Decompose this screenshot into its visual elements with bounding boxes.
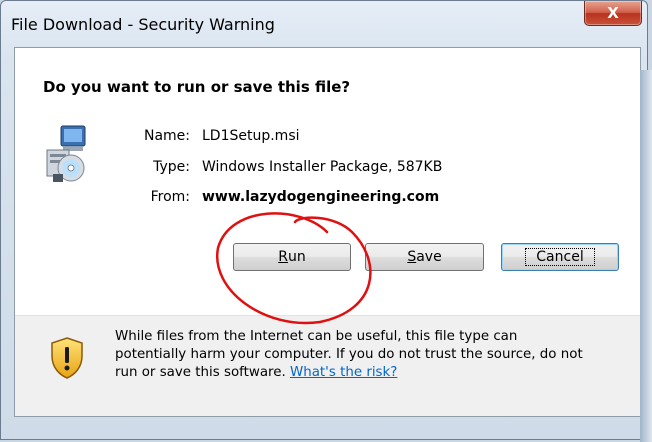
close-button[interactable]: X bbox=[584, 1, 642, 26]
warning-line-3: run or save this software. What's the ri… bbox=[115, 364, 630, 382]
whats-the-risk-link[interactable]: What's the risk? bbox=[290, 365, 397, 380]
name-label: Name: bbox=[143, 128, 190, 144]
background-window-edge bbox=[640, 70, 652, 442]
dialog-window: File Download - Security Warning X Do yo… bbox=[0, 0, 648, 440]
run-button[interactable]: Run bbox=[233, 243, 351, 271]
run-accelerator: R bbox=[278, 249, 288, 265]
run-label: un bbox=[287, 249, 306, 265]
save-accelerator: S bbox=[407, 249, 417, 265]
window-title: File Download - Security Warning bbox=[11, 15, 275, 34]
security-shield-icon bbox=[51, 337, 83, 379]
from-label: From: bbox=[150, 189, 190, 205]
warning-line-2: potentially harm your computer. If you d… bbox=[115, 347, 583, 362]
cancel-button[interactable]: Cancel bbox=[501, 243, 619, 271]
save-label: ave bbox=[416, 249, 442, 265]
warning-line-1: While files from the Internet can be use… bbox=[115, 329, 518, 344]
warning-message: While files from the Internet can be use… bbox=[115, 328, 630, 382]
type-label: Type: bbox=[153, 159, 190, 175]
warning-line-3-text: run or save this software. bbox=[115, 365, 290, 380]
prompt-question: Do you want to run or save this file? bbox=[43, 78, 351, 96]
save-button[interactable]: Save bbox=[365, 243, 484, 271]
cancel-label: Cancel bbox=[525, 248, 595, 266]
file-type-value: Windows Installer Package, 587KB bbox=[202, 159, 443, 175]
dialog-body: Do you want to run or save this file? Na… bbox=[14, 47, 641, 417]
file-source-value: www.lazydogengineering.com bbox=[202, 189, 440, 205]
close-icon: X bbox=[607, 4, 619, 22]
file-name-value: LD1Setup.msi bbox=[202, 128, 300, 144]
warning-panel: While files from the Internet can be use… bbox=[15, 316, 640, 416]
